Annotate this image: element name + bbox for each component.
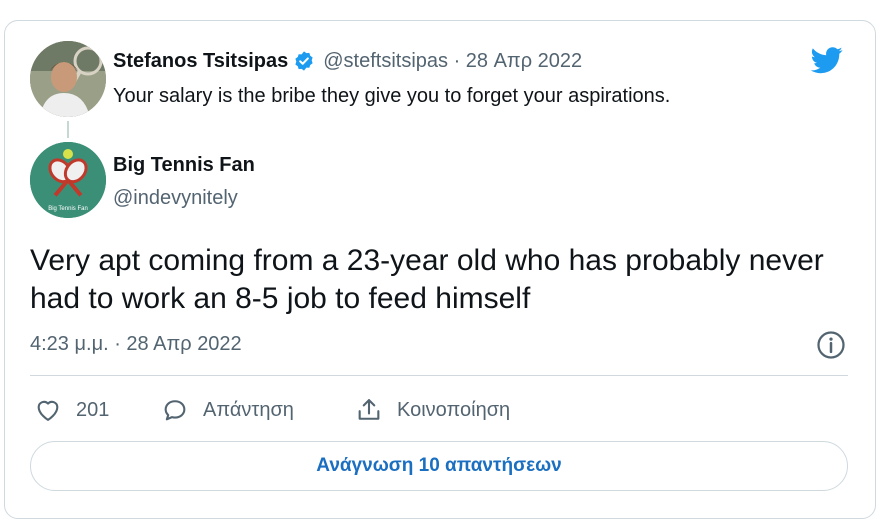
read-replies-label: Ανάγνωση 10 απαντήσεων	[316, 455, 562, 476]
share-label: Κοινοποίηση	[397, 398, 511, 421]
info-icon[interactable]	[816, 330, 846, 360]
share-upload-icon	[358, 399, 380, 420]
verified-badge-icon	[295, 51, 313, 71]
author-handle[interactable]: @indevynitely	[113, 187, 238, 210]
author-display-name[interactable]: Big Tennis Fan	[113, 154, 255, 177]
like-count: 201	[76, 398, 110, 421]
quoted-handle-date[interactable]: @steftsitsipas · 28 Απρ 2022	[323, 50, 582, 73]
quoted-display-name[interactable]: Stefanos Tsitsipas	[113, 50, 288, 73]
like-button[interactable]: 201	[34, 394, 109, 426]
tweet-timestamp[interactable]: 4:23 μ.μ. · 28 Απρ 2022	[30, 333, 242, 356]
comment-bubble-icon	[164, 400, 186, 421]
reply-label: Απάντηση	[203, 398, 294, 421]
reply-button[interactable]: Απάντηση	[161, 394, 294, 426]
tsitsipas-avatar[interactable]	[30, 41, 106, 117]
thread-connector	[67, 121, 69, 138]
tweet-text: Very apt coming from a 23-year old who h…	[30, 244, 824, 315]
avatar-logo-text: Big Tennis Fan	[48, 206, 88, 212]
big-tennis-fan-avatar[interactable]: Big Tennis Fan	[30, 142, 106, 218]
heart-icon	[37, 400, 59, 421]
quoted-tweet-header: Stefanos Tsitsipas @steftsitsipas · 28 Α…	[113, 47, 582, 75]
read-replies-button[interactable]: Ανάγνωση 10 απαντήσεων	[30, 441, 848, 491]
twitter-bird-icon[interactable]	[808, 44, 846, 76]
actions-divider	[30, 375, 848, 376]
quoted-tweet-text: Your salary is the bribe they give you t…	[113, 85, 671, 107]
share-button[interactable]: Κοινοποίηση	[355, 394, 510, 426]
